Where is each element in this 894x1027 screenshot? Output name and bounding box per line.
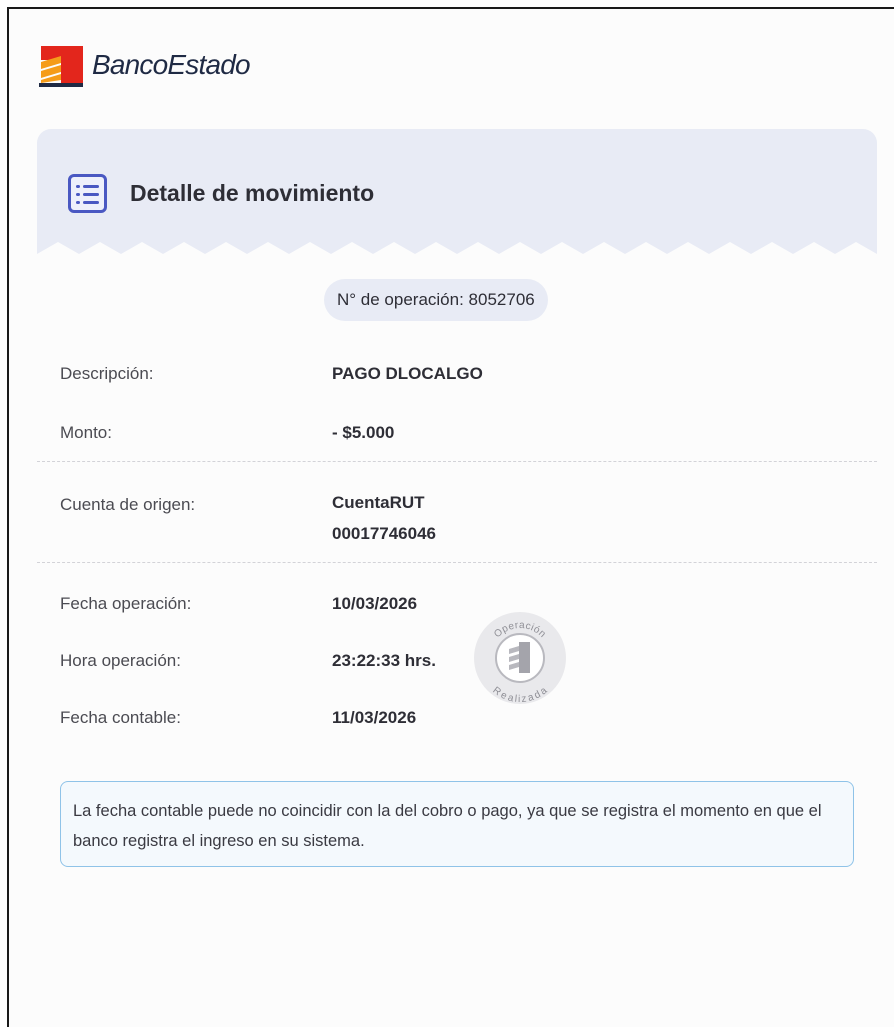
- operation-time-label: Hora operación:: [60, 651, 181, 670]
- operation-date-value: 10/03/2026: [332, 594, 418, 613]
- divider: [37, 562, 877, 563]
- source-account-number: 00017746046: [332, 524, 437, 543]
- operation-completed-stamp: Operación Realizada: [474, 612, 566, 705]
- amount-value: - $5.000: [332, 423, 395, 442]
- source-account-type: CuentaRUT: [332, 493, 425, 512]
- bank-logo: BancoEstado: [39, 43, 251, 87]
- divider: [37, 461, 877, 462]
- bancoestado-logo-icon: [39, 46, 83, 87]
- description-label: Descripción:: [60, 364, 154, 383]
- movement-header: Detalle de movimiento: [37, 129, 877, 258]
- receipt-frame: BancoEstado Detalle de movimiento N° de …: [7, 7, 894, 1027]
- source-account-label: Cuenta de origen:: [60, 495, 196, 514]
- operation-date-label: Fecha operación:: [60, 594, 192, 613]
- operation-time-value: 23:22:33 hrs.: [332, 651, 436, 670]
- accounting-date-value: 11/03/2026: [332, 708, 417, 727]
- list-icon: [68, 174, 107, 213]
- description-value: PAGO DLOCALGO: [332, 364, 483, 383]
- operation-number-badge: N° de operación: 8052706: [324, 279, 548, 321]
- accounting-date-info-note: La fecha contable puede no coincidir con…: [60, 781, 854, 867]
- accounting-date-label: Fecha contable:: [60, 708, 181, 727]
- zigzag-edge: [37, 242, 877, 258]
- page-title: Detalle de movimiento: [130, 180, 375, 206]
- brand-name: BancoEstado: [92, 49, 251, 80]
- amount-label: Monto:: [60, 423, 112, 442]
